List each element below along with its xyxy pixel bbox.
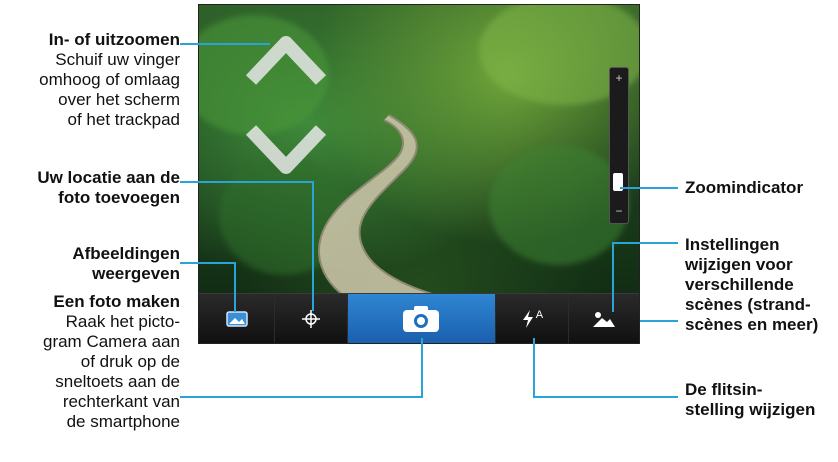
camera-icon: [403, 306, 440, 332]
callout-line-flash: [533, 338, 535, 398]
camera-toolbar: A: [199, 293, 639, 343]
zoom-label: In- of uitzoomen Schuif uw vinger omhoog…: [5, 30, 180, 130]
zoom-label-line: Schuif uw vinger: [55, 50, 180, 69]
flash-label-line: De flitsin-: [685, 380, 763, 399]
callout-line-zoom: [180, 43, 270, 45]
mountain-scene-icon: [592, 312, 615, 327]
scenes-label-line: wijzigen voor: [685, 255, 793, 274]
flash-auto-icon: [522, 310, 533, 328]
scenes-label-line: scènes en meer): [685, 315, 819, 334]
shutter-button[interactable]: [347, 294, 497, 343]
take-photo-label: Een foto maken Raak het picto- gram Came…: [5, 292, 180, 432]
flash-label: De flitsin- stelling wijzigen: [685, 380, 835, 420]
view-images-label-line: weergeven: [92, 264, 180, 283]
callout-line-view-images: [234, 262, 236, 312]
zoom-label-title: In- of uitzoomen: [48, 30, 180, 49]
zoom-out-icon: −: [615, 204, 623, 218]
location-label-line: Uw locatie aan de: [37, 168, 180, 187]
take-photo-label-line: rechterkant van: [62, 392, 180, 411]
take-photo-label-line: Raak het picto-: [65, 312, 180, 331]
flash-auto-label: A: [535, 309, 544, 321]
location-label-line: foto toevoegen: [58, 188, 180, 207]
crosshair-icon: [301, 310, 320, 328]
zoom-in-icon: +: [615, 71, 623, 85]
scenes-label-line: scènes (strand-: [685, 295, 811, 314]
view-images-label-line: Afbeeldingen: [72, 244, 180, 263]
view-images-label: Afbeeldingen weergeven: [5, 244, 180, 284]
callout-line-flash: [533, 396, 678, 398]
zoom-chevron-arrows[interactable]: [241, 25, 331, 185]
image-gallery-icon: [225, 311, 248, 327]
zoom-indicator[interactable]: + −: [609, 67, 629, 224]
zoom-indicator-label-title: Zoomindicator: [685, 178, 804, 197]
zoom-label-line: omhoog of omlaag: [39, 70, 180, 89]
scenes-label: Instellingen wijzigen voor verschillende…: [685, 235, 835, 335]
scenes-label-line: verschillende: [685, 275, 794, 294]
zoom-label-line: of het trackpad: [67, 110, 180, 129]
callout-line-zoom-indicator: [620, 187, 678, 189]
take-photo-label-title: Een foto maken: [53, 292, 180, 311]
callout-line-scenes: [612, 242, 614, 312]
callout-line-view-images: [180, 262, 236, 264]
zoom-indicator-label: Zoomindicator: [685, 178, 835, 198]
location-label: Uw locatie aan de foto toevoegen: [5, 168, 180, 208]
take-photo-label-line: gram Camera aan: [42, 332, 180, 351]
view-images-button[interactable]: [199, 294, 276, 343]
callout-line-scenes: [640, 320, 678, 322]
callout-line-location: [180, 181, 313, 183]
callout-line-take-photo: [421, 338, 423, 398]
flash-label-line: stelling wijzigen: [685, 400, 816, 419]
camera-viewfinder[interactable]: + − A: [199, 5, 639, 343]
scene-mode-button[interactable]: [568, 294, 639, 343]
zoom-label-line: over het scherm: [58, 90, 180, 109]
take-photo-label-line: of druk op de: [80, 352, 180, 371]
callout-line-take-photo: [180, 396, 423, 398]
take-photo-label-line: de smartphone: [66, 412, 180, 431]
scenes-label-line: Instellingen: [685, 235, 780, 254]
callout-line-location: [312, 181, 314, 311]
take-photo-label-line: sneltoets aan de: [55, 372, 180, 391]
callout-line-scenes: [612, 242, 678, 244]
flash-mode-button[interactable]: A: [496, 294, 569, 343]
